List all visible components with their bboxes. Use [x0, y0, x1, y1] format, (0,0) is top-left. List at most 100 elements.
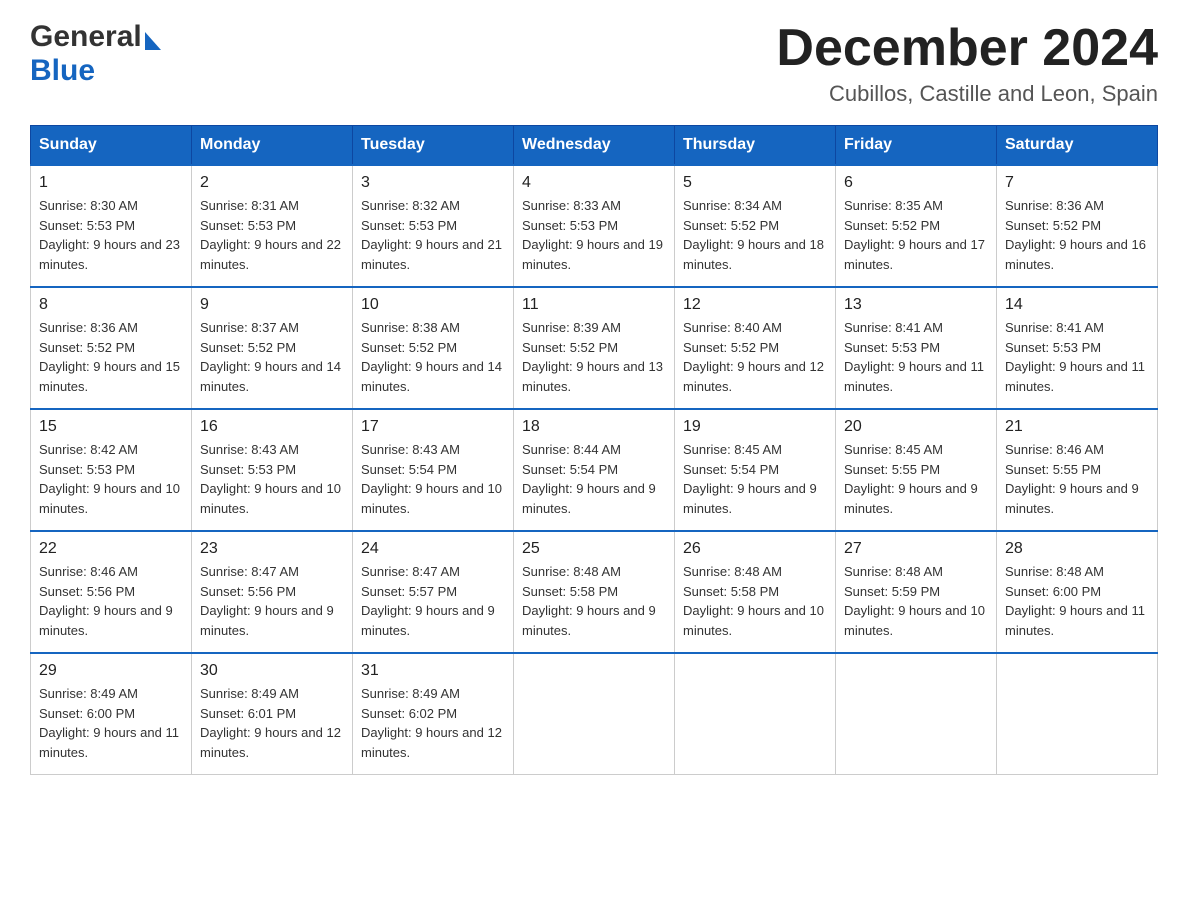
- day-info: Sunrise: 8:41 AMSunset: 5:53 PMDaylight:…: [844, 320, 984, 394]
- day-number: 11: [522, 296, 666, 314]
- col-header-thursday: Thursday: [675, 126, 836, 166]
- day-info: Sunrise: 8:38 AMSunset: 5:52 PMDaylight:…: [361, 320, 502, 394]
- week-row-2: 8 Sunrise: 8:36 AMSunset: 5:52 PMDayligh…: [31, 287, 1158, 409]
- calendar-cell: 23 Sunrise: 8:47 AMSunset: 5:56 PMDaylig…: [192, 531, 353, 653]
- day-number: 20: [844, 418, 988, 436]
- logo-blue-text: Blue: [30, 54, 95, 87]
- calendar-cell: 7 Sunrise: 8:36 AMSunset: 5:52 PMDayligh…: [997, 165, 1158, 287]
- day-info: Sunrise: 8:32 AMSunset: 5:53 PMDaylight:…: [361, 198, 502, 272]
- day-number: 23: [200, 540, 344, 558]
- calendar-cell: 10 Sunrise: 8:38 AMSunset: 5:52 PMDaylig…: [353, 287, 514, 409]
- day-number: 30: [200, 662, 344, 680]
- calendar-cell: 30 Sunrise: 8:49 AMSunset: 6:01 PMDaylig…: [192, 653, 353, 775]
- calendar-cell: 24 Sunrise: 8:47 AMSunset: 5:57 PMDaylig…: [353, 531, 514, 653]
- col-header-tuesday: Tuesday: [353, 126, 514, 166]
- day-number: 26: [683, 540, 827, 558]
- day-info: Sunrise: 8:31 AMSunset: 5:53 PMDaylight:…: [200, 198, 341, 272]
- calendar-cell: [836, 653, 997, 775]
- day-number: 14: [1005, 296, 1149, 314]
- week-row-4: 22 Sunrise: 8:46 AMSunset: 5:56 PMDaylig…: [31, 531, 1158, 653]
- calendar-cell: 19 Sunrise: 8:45 AMSunset: 5:54 PMDaylig…: [675, 409, 836, 531]
- day-number: 6: [844, 174, 988, 192]
- calendar-cell: 16 Sunrise: 8:43 AMSunset: 5:53 PMDaylig…: [192, 409, 353, 531]
- week-row-1: 1 Sunrise: 8:30 AMSunset: 5:53 PMDayligh…: [31, 165, 1158, 287]
- day-info: Sunrise: 8:46 AMSunset: 5:55 PMDaylight:…: [1005, 442, 1139, 516]
- calendar-cell: 2 Sunrise: 8:31 AMSunset: 5:53 PMDayligh…: [192, 165, 353, 287]
- day-info: Sunrise: 8:48 AMSunset: 5:59 PMDaylight:…: [844, 564, 985, 638]
- day-number: 18: [522, 418, 666, 436]
- day-number: 8: [39, 296, 183, 314]
- day-info: Sunrise: 8:39 AMSunset: 5:52 PMDaylight:…: [522, 320, 663, 394]
- week-row-5: 29 Sunrise: 8:49 AMSunset: 6:00 PMDaylig…: [31, 653, 1158, 775]
- day-number: 2: [200, 174, 344, 192]
- day-info: Sunrise: 8:34 AMSunset: 5:52 PMDaylight:…: [683, 198, 824, 272]
- day-number: 17: [361, 418, 505, 436]
- day-number: 27: [844, 540, 988, 558]
- day-info: Sunrise: 8:48 AMSunset: 5:58 PMDaylight:…: [522, 564, 656, 638]
- day-info: Sunrise: 8:45 AMSunset: 5:55 PMDaylight:…: [844, 442, 978, 516]
- col-header-friday: Friday: [836, 126, 997, 166]
- calendar-cell: 31 Sunrise: 8:49 AMSunset: 6:02 PMDaylig…: [353, 653, 514, 775]
- day-info: Sunrise: 8:48 AMSunset: 5:58 PMDaylight:…: [683, 564, 824, 638]
- calendar-cell: 20 Sunrise: 8:45 AMSunset: 5:55 PMDaylig…: [836, 409, 997, 531]
- logo: General Blue: [30, 20, 161, 88]
- day-info: Sunrise: 8:45 AMSunset: 5:54 PMDaylight:…: [683, 442, 817, 516]
- day-number: 25: [522, 540, 666, 558]
- calendar-cell: 28 Sunrise: 8:48 AMSunset: 6:00 PMDaylig…: [997, 531, 1158, 653]
- calendar-cell: 5 Sunrise: 8:34 AMSunset: 5:52 PMDayligh…: [675, 165, 836, 287]
- day-number: 13: [844, 296, 988, 314]
- calendar-cell: 21 Sunrise: 8:46 AMSunset: 5:55 PMDaylig…: [997, 409, 1158, 531]
- calendar-cell: 6 Sunrise: 8:35 AMSunset: 5:52 PMDayligh…: [836, 165, 997, 287]
- day-number: 24: [361, 540, 505, 558]
- calendar-cell: 18 Sunrise: 8:44 AMSunset: 5:54 PMDaylig…: [514, 409, 675, 531]
- calendar-cell: [514, 653, 675, 775]
- day-info: Sunrise: 8:42 AMSunset: 5:53 PMDaylight:…: [39, 442, 180, 516]
- calendar-cell: 25 Sunrise: 8:48 AMSunset: 5:58 PMDaylig…: [514, 531, 675, 653]
- calendar-cell: 11 Sunrise: 8:39 AMSunset: 5:52 PMDaylig…: [514, 287, 675, 409]
- day-number: 31: [361, 662, 505, 680]
- calendar-cell: 15 Sunrise: 8:42 AMSunset: 5:53 PMDaylig…: [31, 409, 192, 531]
- day-info: Sunrise: 8:40 AMSunset: 5:52 PMDaylight:…: [683, 320, 824, 394]
- day-number: 1: [39, 174, 183, 192]
- day-info: Sunrise: 8:43 AMSunset: 5:53 PMDaylight:…: [200, 442, 341, 516]
- day-number: 4: [522, 174, 666, 192]
- calendar-cell: 17 Sunrise: 8:43 AMSunset: 5:54 PMDaylig…: [353, 409, 514, 531]
- calendar-cell: 29 Sunrise: 8:49 AMSunset: 6:00 PMDaylig…: [31, 653, 192, 775]
- day-info: Sunrise: 8:35 AMSunset: 5:52 PMDaylight:…: [844, 198, 985, 272]
- day-info: Sunrise: 8:43 AMSunset: 5:54 PMDaylight:…: [361, 442, 502, 516]
- calendar-cell: 4 Sunrise: 8:33 AMSunset: 5:53 PMDayligh…: [514, 165, 675, 287]
- title-section: December 2024 Cubillos, Castille and Leo…: [776, 20, 1158, 107]
- day-number: 9: [200, 296, 344, 314]
- day-info: Sunrise: 8:48 AMSunset: 6:00 PMDaylight:…: [1005, 564, 1145, 638]
- calendar-cell: [675, 653, 836, 775]
- day-info: Sunrise: 8:47 AMSunset: 5:56 PMDaylight:…: [200, 564, 334, 638]
- day-number: 12: [683, 296, 827, 314]
- col-header-wednesday: Wednesday: [514, 126, 675, 166]
- calendar-cell: 26 Sunrise: 8:48 AMSunset: 5:58 PMDaylig…: [675, 531, 836, 653]
- day-info: Sunrise: 8:49 AMSunset: 6:00 PMDaylight:…: [39, 686, 179, 760]
- day-info: Sunrise: 8:49 AMSunset: 6:02 PMDaylight:…: [361, 686, 502, 760]
- day-number: 15: [39, 418, 183, 436]
- day-number: 16: [200, 418, 344, 436]
- day-number: 3: [361, 174, 505, 192]
- logo-arrow-icon: [145, 32, 161, 50]
- calendar-cell: 14 Sunrise: 8:41 AMSunset: 5:53 PMDaylig…: [997, 287, 1158, 409]
- day-number: 29: [39, 662, 183, 680]
- day-number: 19: [683, 418, 827, 436]
- day-number: 28: [1005, 540, 1149, 558]
- day-number: 7: [1005, 174, 1149, 192]
- day-number: 22: [39, 540, 183, 558]
- day-info: Sunrise: 8:44 AMSunset: 5:54 PMDaylight:…: [522, 442, 656, 516]
- subtitle: Cubillos, Castille and Leon, Spain: [776, 81, 1158, 107]
- main-title: December 2024: [776, 20, 1158, 77]
- calendar-cell: 3 Sunrise: 8:32 AMSunset: 5:53 PMDayligh…: [353, 165, 514, 287]
- day-number: 21: [1005, 418, 1149, 436]
- day-info: Sunrise: 8:30 AMSunset: 5:53 PMDaylight:…: [39, 198, 180, 272]
- calendar-cell: 12 Sunrise: 8:40 AMSunset: 5:52 PMDaylig…: [675, 287, 836, 409]
- day-info: Sunrise: 8:47 AMSunset: 5:57 PMDaylight:…: [361, 564, 495, 638]
- col-header-sunday: Sunday: [31, 126, 192, 166]
- calendar-cell: 22 Sunrise: 8:46 AMSunset: 5:56 PMDaylig…: [31, 531, 192, 653]
- day-info: Sunrise: 8:46 AMSunset: 5:56 PMDaylight:…: [39, 564, 173, 638]
- page-header: General Blue December 2024 Cubillos, Cas…: [30, 20, 1158, 107]
- logo-general-text: General: [30, 20, 142, 54]
